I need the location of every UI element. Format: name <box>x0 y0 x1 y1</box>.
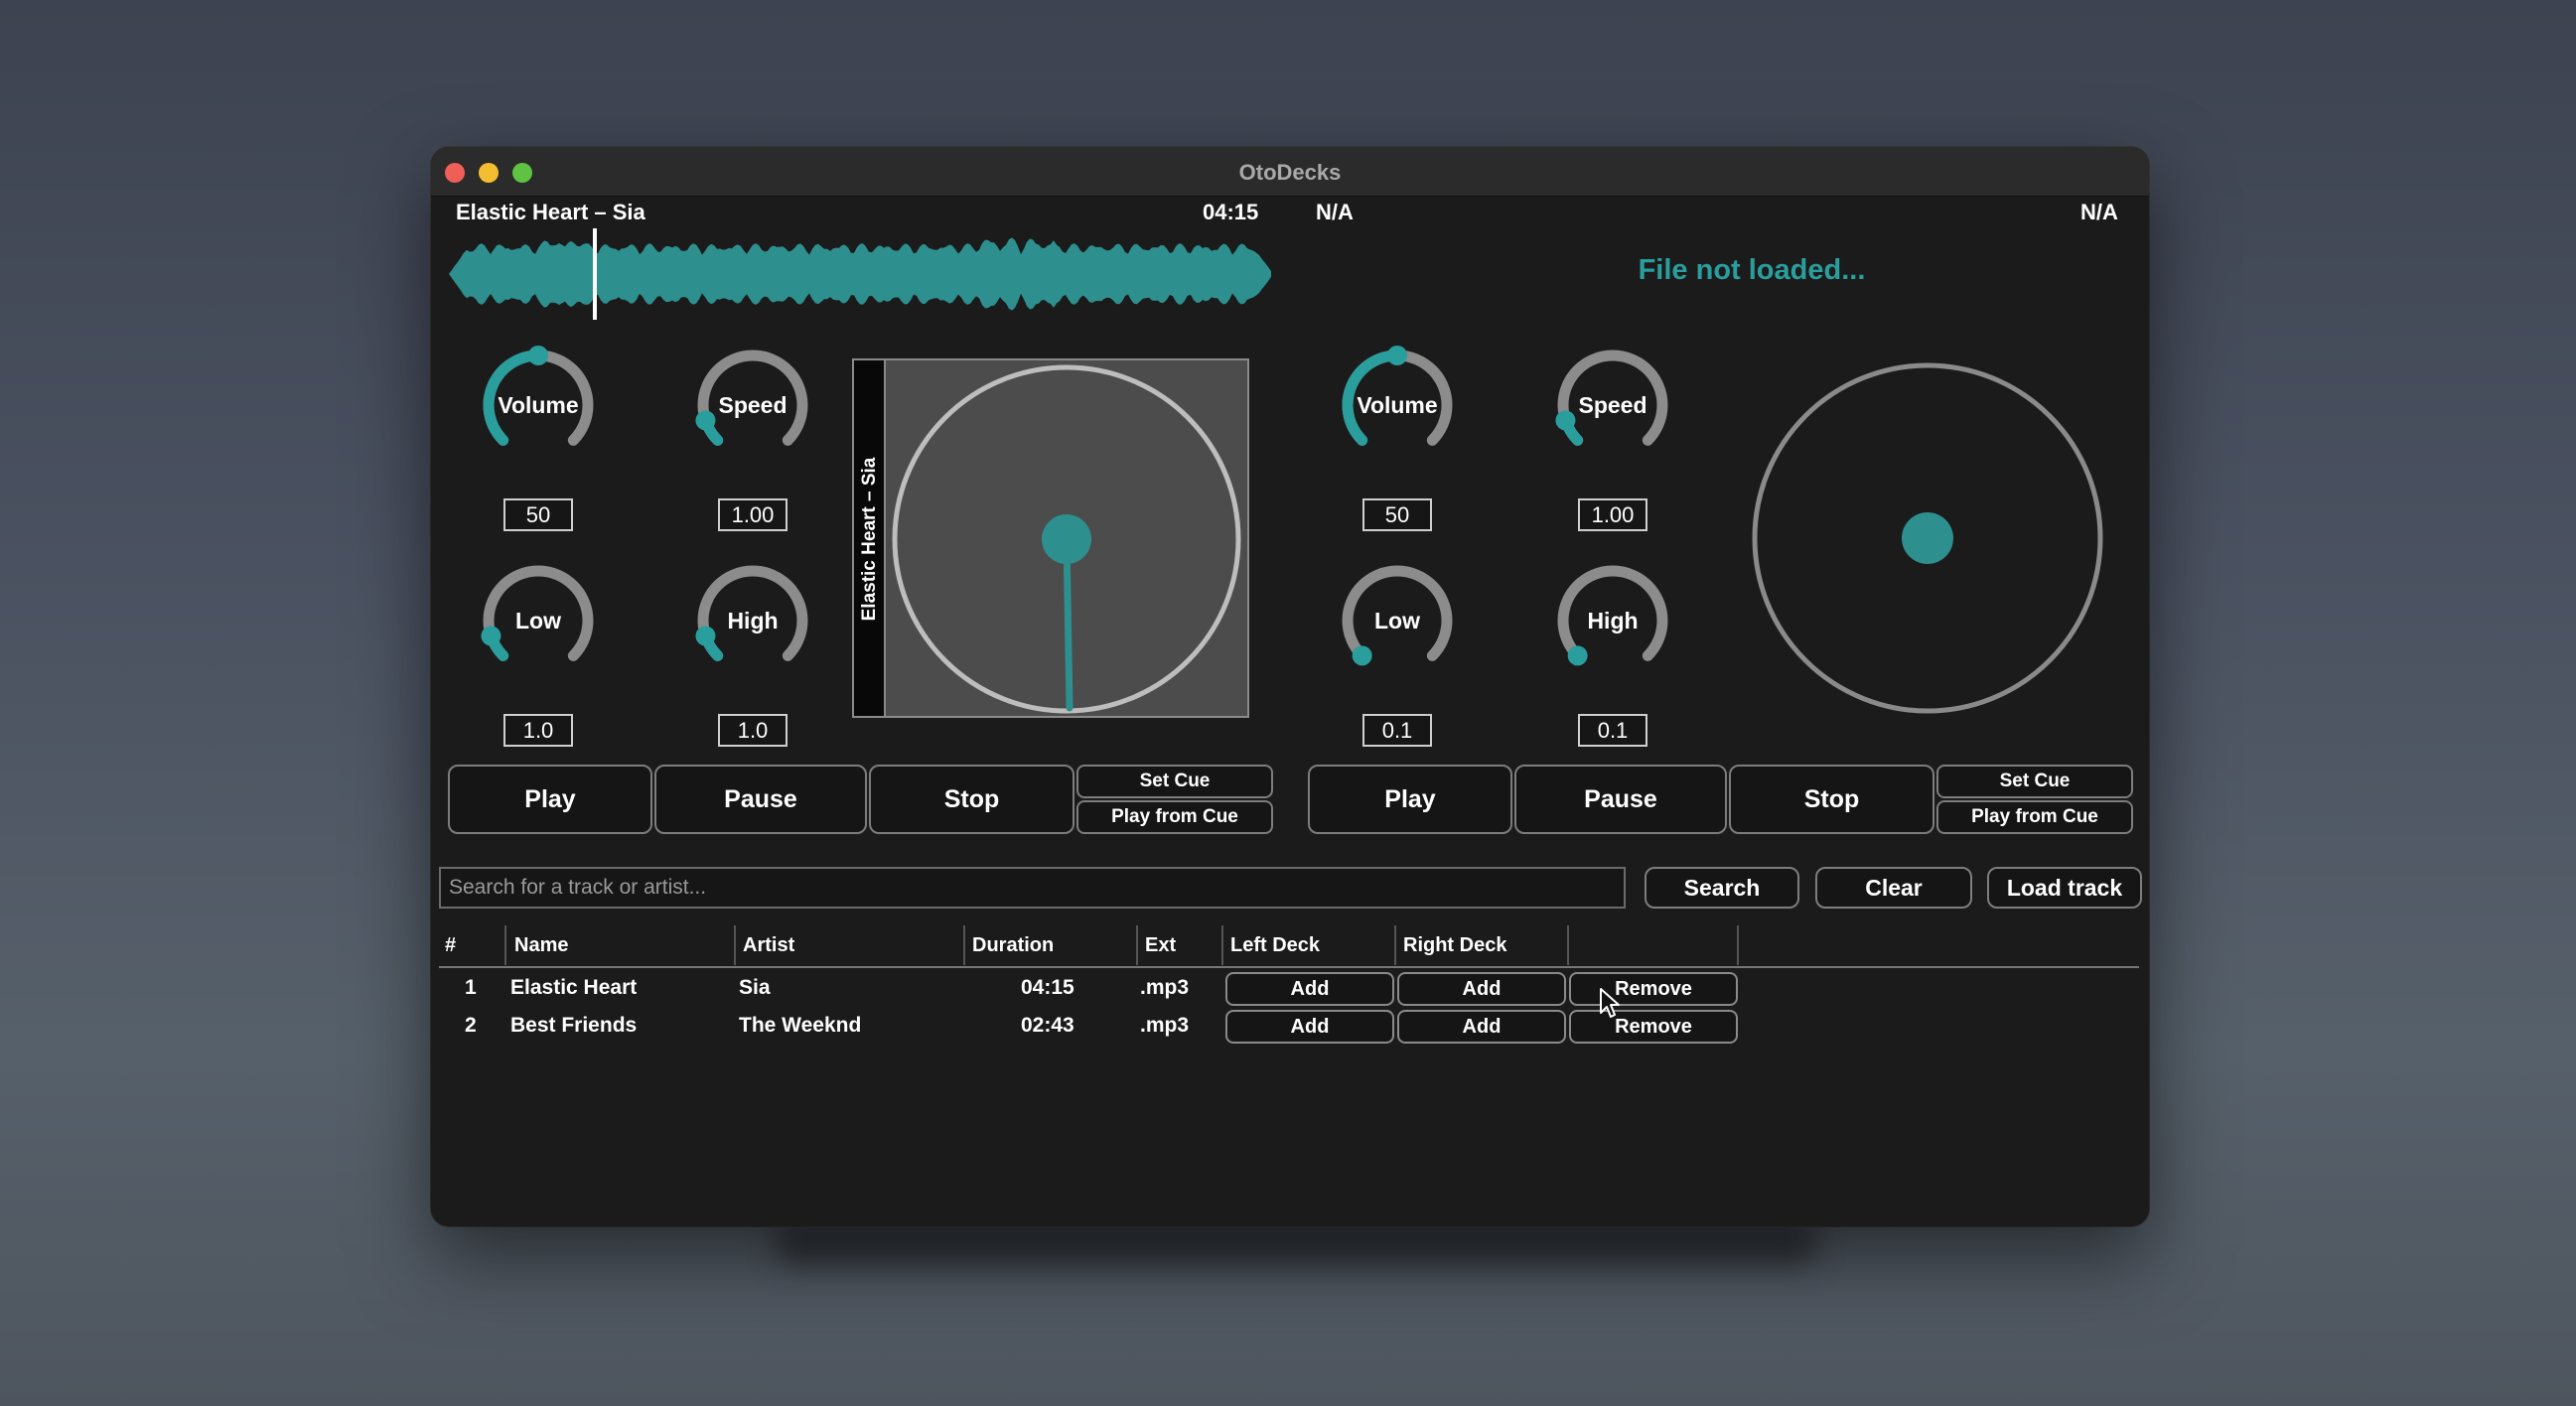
column-divider[interactable] <box>1221 925 1223 965</box>
left-track-name: Elastic Heart – Sia <box>456 200 645 224</box>
right-file-status: File not loaded... <box>1638 254 1866 286</box>
remove-track-button[interactable]: Remove <box>1569 1010 1738 1044</box>
right-speed-value[interactable]: 1.00 <box>1578 498 1647 531</box>
left-set-cue-button[interactable]: Set Cue <box>1076 765 1273 798</box>
table-header-divider <box>439 966 2139 968</box>
left-high-value[interactable]: 1.0 <box>718 714 787 747</box>
mouse-pointer-icon <box>1600 988 1620 1018</box>
turntable-needle <box>1063 535 1073 712</box>
left-high-knob[interactable]: High <box>673 541 832 700</box>
column-header-duration[interactable]: Duration <box>972 925 1054 965</box>
library-search-input[interactable] <box>439 867 1626 909</box>
track-ext: .mp3 <box>1140 976 1190 999</box>
knob-label: Speed <box>718 392 787 418</box>
column-divider[interactable] <box>963 925 965 965</box>
left-low-knob[interactable]: Low <box>459 541 618 700</box>
clear-button[interactable]: Clear <box>1815 867 1972 909</box>
column-header-number[interactable]: # <box>445 925 456 965</box>
track-number: 2 <box>465 1014 477 1037</box>
add-to-left-deck-button[interactable]: Add <box>1225 972 1394 1006</box>
column-divider[interactable] <box>1567 925 1569 965</box>
right-play-from-cue-button[interactable]: Play from Cue <box>1936 800 2133 834</box>
turntable-center <box>1902 512 1953 564</box>
right-volume-knob[interactable]: Volume <box>1318 326 1477 485</box>
column-divider[interactable] <box>1394 925 1396 965</box>
column-divider[interactable] <box>1136 925 1138 965</box>
left-volume-knob[interactable]: Volume <box>459 326 618 485</box>
right-high-value[interactable]: 0.1 <box>1578 714 1647 747</box>
track-artist: Sia <box>739 976 771 999</box>
right-turntable[interactable] <box>1748 356 2115 724</box>
left-pause-button[interactable]: Pause <box>654 765 867 834</box>
knob-label: Volume <box>498 392 579 418</box>
knob-label: Volume <box>1357 392 1438 418</box>
column-header-left-deck[interactable]: Left Deck <box>1230 925 1320 965</box>
right-speed-knob[interactable]: Speed <box>1533 326 1692 485</box>
left-speed-value[interactable]: 1.00 <box>718 498 787 531</box>
column-header-name[interactable]: Name <box>514 925 568 965</box>
add-to-left-deck-button[interactable]: Add <box>1225 1010 1394 1044</box>
column-header-artist[interactable]: Artist <box>743 925 794 965</box>
left-track-duration: 04:15 <box>1203 200 1259 224</box>
track-artist: The Weeknd <box>739 1014 862 1037</box>
knob-label: Low <box>1374 608 1420 633</box>
turntable-center <box>1042 514 1091 564</box>
app-window: OtoDecks Elastic Heart – Sia 04:15 Volum… <box>431 147 2149 1226</box>
load-track-button[interactable]: Load track <box>1987 867 2142 909</box>
left-volume-value[interactable]: 50 <box>503 498 573 531</box>
right-track-name: N/A <box>1316 200 1354 224</box>
left-waveform[interactable] <box>449 228 1273 320</box>
right-high-knob[interactable]: High <box>1533 541 1692 700</box>
right-pause-button[interactable]: Pause <box>1514 765 1727 834</box>
column-divider[interactable] <box>504 925 506 965</box>
track-duration: 04:15 <box>1021 976 1074 999</box>
left-low-value[interactable]: 1.0 <box>503 714 573 747</box>
knob-label: Low <box>515 608 561 633</box>
left-turntable[interactable] <box>854 360 1247 716</box>
left-play-from-cue-button[interactable]: Play from Cue <box>1076 800 1273 834</box>
window-title: OtoDecks <box>1238 160 1342 185</box>
right-volume-value[interactable]: 50 <box>1362 498 1432 531</box>
column-divider[interactable] <box>1737 925 1739 965</box>
search-button[interactable]: Search <box>1645 867 1799 909</box>
add-to-right-deck-button[interactable]: Add <box>1397 1010 1566 1044</box>
title-bar: OtoDecks <box>431 147 2149 197</box>
column-header-right-deck[interactable]: Right Deck <box>1403 925 1506 965</box>
left-speed-knob[interactable]: Speed <box>673 326 832 485</box>
remove-track-button[interactable]: Remove <box>1569 972 1738 1006</box>
right-low-value[interactable]: 0.1 <box>1362 714 1432 747</box>
knob-label: High <box>1587 608 1639 633</box>
track-number: 1 <box>465 976 477 999</box>
track-ext: .mp3 <box>1140 1014 1190 1037</box>
knob-label: High <box>727 608 779 633</box>
track-name: Best Friends <box>510 1014 638 1037</box>
track-name: Elastic Heart <box>510 976 638 999</box>
right-set-cue-button[interactable]: Set Cue <box>1936 765 2133 798</box>
track-duration: 02:43 <box>1021 1014 1074 1037</box>
left-play-button[interactable]: Play <box>448 765 652 834</box>
add-to-right-deck-button[interactable]: Add <box>1397 972 1566 1006</box>
column-header-ext[interactable]: Ext <box>1145 925 1176 965</box>
right-stop-button[interactable]: Stop <box>1729 765 1934 834</box>
right-play-button[interactable]: Play <box>1308 765 1512 834</box>
left-stop-button[interactable]: Stop <box>869 765 1074 834</box>
right-low-knob[interactable]: Low <box>1318 541 1477 700</box>
column-divider[interactable] <box>734 925 736 965</box>
knob-label: Speed <box>1578 392 1647 418</box>
right-track-duration: N/A <box>2080 200 2118 224</box>
left-turntable-panel[interactable]: Elastic Heart – Sia <box>852 358 1249 718</box>
